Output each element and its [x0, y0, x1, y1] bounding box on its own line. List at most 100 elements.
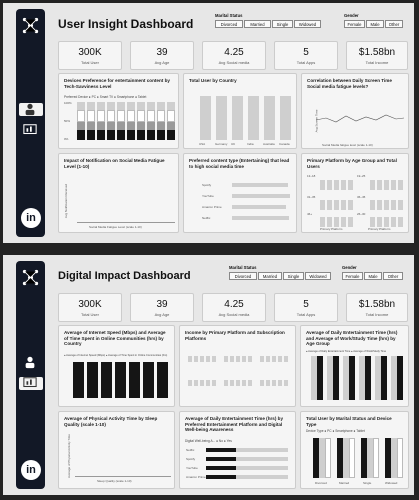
network-logo-icon	[22, 17, 39, 34]
slicer-option-married[interactable]: Married	[258, 272, 282, 280]
income-bar	[200, 356, 204, 362]
internet-speed-bar	[101, 362, 112, 398]
chart-entertainment-vs-work-time[interactable]: Average of Daily Entertainment Time (hrs…	[300, 325, 409, 407]
slicer-option-widowed[interactable]: Widowed	[294, 20, 321, 28]
stacked-bar-segment	[137, 102, 145, 110]
slicer-option-single[interactable]: Single	[283, 272, 304, 280]
platform-bar-no	[206, 448, 236, 452]
income-bar	[206, 356, 210, 362]
chart-physical-activity-by-sleep[interactable]: Average of Physical Activity Time by Sle…	[58, 411, 175, 489]
category-label: Amazon Prime	[186, 475, 206, 479]
chart-legend: ● Average of Internet Speed (Mbps) ● Ave…	[64, 354, 168, 357]
content-bar	[232, 183, 288, 187]
income-bar	[200, 380, 204, 386]
chart-notification-impact[interactable]: Impact of Notification on Social Media F…	[58, 153, 179, 233]
work-study-bar	[365, 356, 371, 400]
chart-users-by-country[interactable]: Total User by Country USA Germany UK India A…	[183, 73, 297, 149]
linkedin-icon[interactable]: in	[21, 460, 41, 480]
platform-bar	[398, 200, 403, 210]
stacked-bar-segment	[117, 122, 125, 130]
platform-bar-no	[206, 457, 236, 461]
chart-legend: Preferred Device ● PC ● Smart TV ● Smart…	[64, 95, 147, 99]
slicer-option-female[interactable]: Female	[344, 20, 365, 28]
stacked-bar-segment	[87, 110, 95, 122]
income-bar	[266, 356, 270, 362]
stacked-bar-segment	[147, 102, 155, 110]
y-tick: 0%	[64, 137, 69, 141]
slicer-option-male[interactable]: Male	[366, 20, 384, 28]
slicer-option-married[interactable]: Married	[244, 20, 271, 28]
page-title: User Insight Dashboard	[58, 17, 194, 31]
stacked-bar-segment	[77, 122, 85, 130]
kpi-total-apps: 5 Total Apps	[274, 41, 338, 70]
work-study-bar	[349, 356, 355, 400]
kpi-total-user: 300K Total User	[58, 293, 122, 322]
kpi-total-user: 300K Total User	[58, 41, 122, 70]
category-label: Single	[363, 481, 372, 485]
platform-bar-no	[206, 475, 236, 479]
dashboard-digital-impact: in Digital Impact Dashboard Marital Stat…	[3, 255, 414, 495]
chart-preferred-content[interactable]: Preferred content type (Entertaining) th…	[183, 153, 297, 233]
age-group-label: 31–35	[307, 195, 316, 199]
network-logo-icon	[22, 269, 39, 286]
platform-bar	[384, 217, 389, 227]
platform-bar	[391, 200, 396, 210]
slicer-option-widowed[interactable]: Widowed	[305, 272, 331, 280]
slicer-option-male[interactable]: Male	[364, 272, 382, 280]
chart-entertainment-by-platform[interactable]: Average of Daily Entertainment Time (hrs…	[179, 411, 296, 489]
income-bar	[188, 380, 192, 386]
slicer-option-female[interactable]: Female	[342, 272, 363, 280]
slicer-option-single[interactable]: Single	[272, 20, 293, 28]
marital-status-label: Marital Status	[229, 265, 257, 270]
stacked-bar-segment	[97, 110, 105, 122]
category-label: YouTube	[186, 466, 198, 470]
stacked-bar-segment	[87, 102, 95, 110]
stacked-bar-segment	[157, 130, 165, 140]
chart-legend: ● Average of Daily Entertainment Time ● …	[306, 350, 387, 353]
country-bar	[200, 96, 211, 140]
platform-bar	[320, 180, 325, 190]
platform-bar	[327, 200, 332, 210]
income-bar	[248, 356, 252, 362]
work-study-bar	[317, 356, 323, 400]
work-study-bar	[381, 356, 387, 400]
sidebar: in	[16, 261, 45, 489]
user-icon[interactable]	[21, 355, 39, 369]
slicer-option-divorced[interactable]: Divorced	[215, 20, 243, 28]
correlation-line	[316, 114, 405, 123]
kpi-total-apps: 5 Total Apps	[274, 293, 338, 322]
y-tick: 100%	[64, 101, 72, 105]
internet-speed-bar	[129, 362, 140, 398]
category-label: Netflix	[186, 448, 195, 452]
x-axis-label: Primary Platform	[320, 227, 343, 231]
platform-bar	[370, 217, 375, 227]
slicer-option-other[interactable]: Other	[383, 272, 403, 280]
chart-users-by-marital-device[interactable]: Total User by Marital Status and Device …	[300, 411, 409, 489]
chart-internet-speed-by-country[interactable]: Average of Internet Speed (Mbps) and Ave…	[58, 325, 175, 407]
age-group-label: 19–25	[357, 174, 366, 178]
slicer-option-other[interactable]: Other	[385, 20, 403, 28]
platform-bar	[334, 200, 339, 210]
linkedin-icon[interactable]: in	[21, 208, 41, 228]
stacked-bar-segment	[107, 110, 115, 122]
device-analytics-icon[interactable]	[21, 123, 39, 137]
platform-bar-no	[206, 466, 236, 470]
stacked-bar-segment	[117, 102, 125, 110]
income-bar	[260, 380, 264, 386]
chart-legend: Digital Well-being A... ● No ● Yes	[185, 439, 232, 443]
chart-screen-time-correlation[interactable]: Correlation between Daily Screen Time So…	[301, 73, 409, 149]
gender-label: Gender	[342, 265, 357, 270]
slicer-option-divorced[interactable]: Divorced	[229, 272, 257, 280]
platform-bar	[370, 180, 375, 190]
chart-income-by-platform[interactable]: Income by Primary Platform and Subscript…	[179, 325, 296, 407]
income-bar	[278, 356, 282, 362]
stacked-bar-segment	[127, 122, 135, 130]
chart-title: Total User by Country	[189, 78, 237, 83]
chart-legend: Device Type ● PC ● Smartphone ● Tablet	[306, 429, 365, 433]
platform-bar	[384, 200, 389, 210]
income-bar	[224, 356, 228, 362]
chart-device-preference[interactable]: Devices Preference for entertainment con…	[58, 73, 179, 149]
stacked-bar-segment	[167, 130, 175, 140]
chart-platform-by-age[interactable]: Primary Platform by Age Group and Total …	[301, 153, 409, 233]
income-bar	[242, 356, 246, 362]
